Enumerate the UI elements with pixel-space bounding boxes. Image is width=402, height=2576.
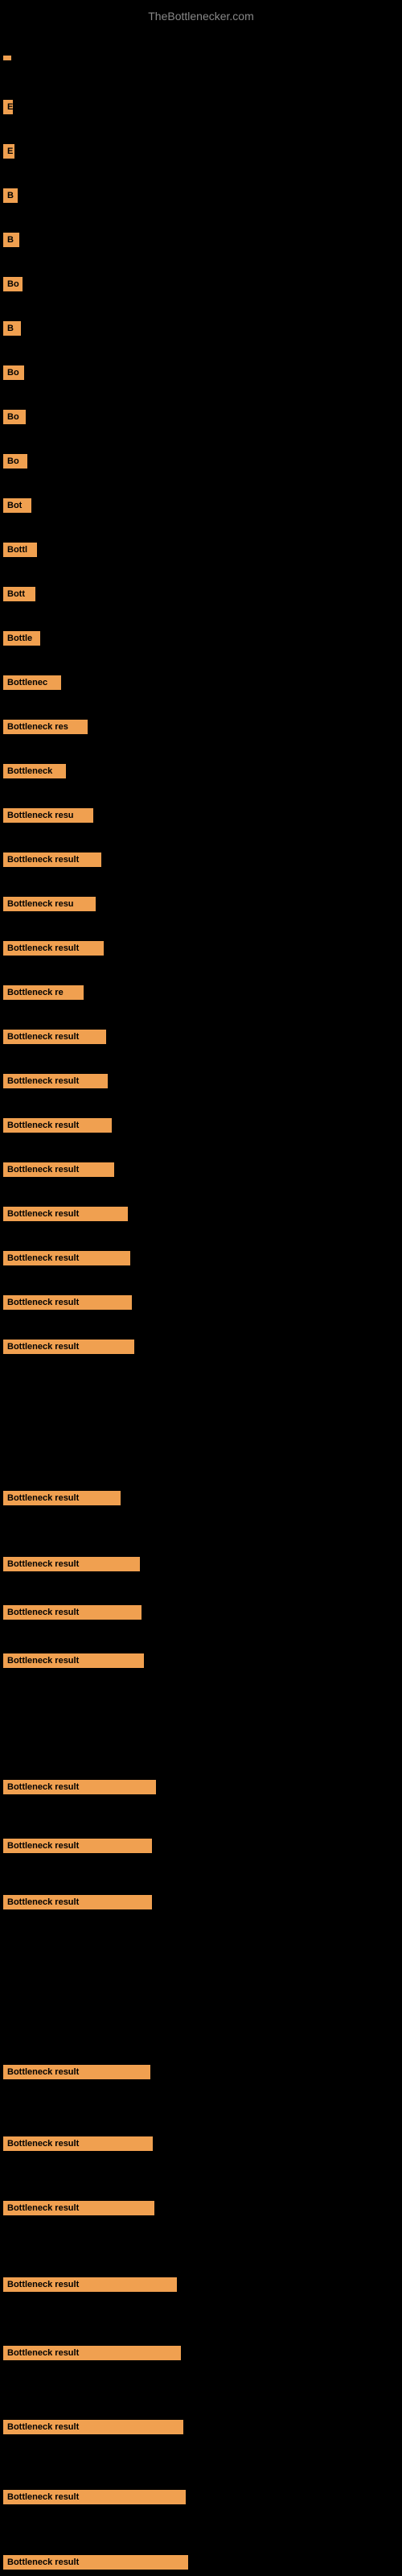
list-item: B [2, 229, 21, 250]
bottleneck-label: Bottleneck result [3, 1340, 134, 1354]
bottleneck-label: Bottleneck result [3, 1491, 121, 1505]
list-item: Bottleneck result [2, 1892, 154, 1913]
list-item: Bottleneck result [2, 2198, 156, 2219]
bottleneck-label: Bottleneck result [3, 1030, 106, 1044]
bottleneck-label: Bottleneck result [3, 2420, 183, 2434]
site-title: TheBottlenecker.com [0, 3, 402, 29]
bottleneck-label: Bottle [3, 631, 40, 646]
list-item: Bottleneck result [2, 1026, 108, 1047]
list-item: Bottleneck result [2, 1336, 136, 1357]
list-item: Bott [2, 584, 37, 605]
list-item: Bottleneck resu [2, 805, 95, 826]
bottleneck-label: Bottleneck result [3, 941, 104, 956]
bottleneck-label: E [3, 100, 13, 114]
list-item: Bottl [2, 539, 39, 560]
bottleneck-label: Bottleneck result [3, 2201, 154, 2215]
bottleneck-label: Bottleneck result [3, 2490, 186, 2504]
bottleneck-label: Bottleneck result [3, 1295, 132, 1310]
bottleneck-label: Bo [3, 277, 23, 291]
list-item: Bottleneck result [2, 2417, 185, 2438]
bottleneck-label: Bottleneck result [3, 852, 101, 867]
list-item: Bottleneck result [2, 2343, 183, 2363]
bottleneck-label: Bottleneck result [3, 1207, 128, 1221]
list-item: Bottlenec [2, 672, 63, 693]
bottleneck-label: Bottleneck result [3, 1780, 156, 1794]
bottleneck-label: Bottleneck res [3, 720, 88, 734]
list-item: Bo [2, 274, 24, 295]
bottleneck-label: E [3, 144, 14, 159]
list-item: Bottleneck res [2, 716, 89, 737]
bottleneck-label: Bot [3, 498, 31, 513]
list-item: Bottleneck result [2, 1554, 142, 1575]
list-item: Bottleneck result [2, 2552, 190, 2573]
bottleneck-label: Bottleneck result [3, 2277, 177, 2292]
bottleneck-label: Bottleneck [3, 764, 66, 778]
list-item: E [2, 97, 14, 118]
list-item: Bottleneck result [2, 1115, 113, 1136]
list-item: Bottleneck result [2, 1203, 129, 1224]
bottleneck-label: Bottleneck re [3, 985, 84, 1000]
list-item: Bottleneck result [2, 2133, 154, 2154]
bottleneck-label: Bottleneck resu [3, 897, 96, 911]
list-item: Bo [2, 362, 26, 383]
bottleneck-label: Bottleneck result [3, 1074, 108, 1088]
bottleneck-label: Bottleneck result [3, 1605, 142, 1620]
list-item: B [2, 185, 19, 206]
bottleneck-label: B [3, 188, 18, 203]
bottleneck-label: Bottleneck result [3, 1895, 152, 1909]
list-item: Bottleneck [2, 761, 68, 782]
bottleneck-label: Bo [3, 454, 27, 469]
list-item: Bottleneck resu [2, 894, 97, 914]
bottleneck-label: Bottleneck result [3, 2136, 153, 2151]
list-item: Bottleneck result [2, 2274, 178, 2295]
bottleneck-label: Bott [3, 587, 35, 601]
bottleneck-label: Bottleneck result [3, 1251, 130, 1265]
list-item: Bottleneck result [2, 1777, 158, 1798]
bottleneck-label: Bo [3, 410, 26, 424]
list-item: Bottle [2, 628, 42, 649]
list-item: Bottleneck result [2, 938, 105, 959]
bottleneck-label: Bottleneck result [3, 2555, 188, 2570]
list-item: Bottleneck result [2, 1602, 143, 1623]
bottleneck-label [3, 56, 11, 60]
list-item: B [2, 318, 23, 339]
list-item: Bottleneck result [2, 1159, 116, 1180]
list-item: Bottleneck result [2, 1248, 132, 1269]
list-item [2, 52, 13, 64]
list-item: E [2, 141, 16, 162]
bottleneck-label: Bottleneck result [3, 1557, 140, 1571]
list-item: Bottleneck result [2, 1292, 133, 1313]
bottleneck-label: Bottlenec [3, 675, 61, 690]
bottleneck-label: B [3, 233, 19, 247]
list-item: Bottleneck result [2, 1488, 122, 1509]
bottleneck-label: Bottleneck result [3, 1653, 144, 1668]
bottleneck-label: Bottleneck result [3, 1839, 152, 1853]
list-item: Bottleneck result [2, 849, 103, 870]
bottleneck-label: B [3, 321, 21, 336]
list-item: Bottleneck result [2, 2062, 152, 2083]
bottleneck-label: Bottl [3, 543, 37, 557]
bottleneck-label: Bottleneck result [3, 1162, 114, 1177]
list-item: Bo [2, 451, 29, 472]
list-item: Bottleneck result [2, 2487, 187, 2508]
list-item: Bottleneck result [2, 1071, 109, 1092]
bottleneck-label: Bottleneck resu [3, 808, 93, 823]
list-item: Bottleneck result [2, 1835, 154, 1856]
bottleneck-label: Bottleneck result [3, 1118, 112, 1133]
list-item: Bo [2, 407, 27, 427]
list-item: Bot [2, 495, 33, 516]
bottleneck-label: Bo [3, 365, 24, 380]
bottleneck-label: Bottleneck result [3, 2065, 150, 2079]
bottleneck-label: Bottleneck result [3, 2346, 181, 2360]
list-item: Bottleneck result [2, 1650, 146, 1671]
list-item: Bottleneck re [2, 982, 85, 1003]
